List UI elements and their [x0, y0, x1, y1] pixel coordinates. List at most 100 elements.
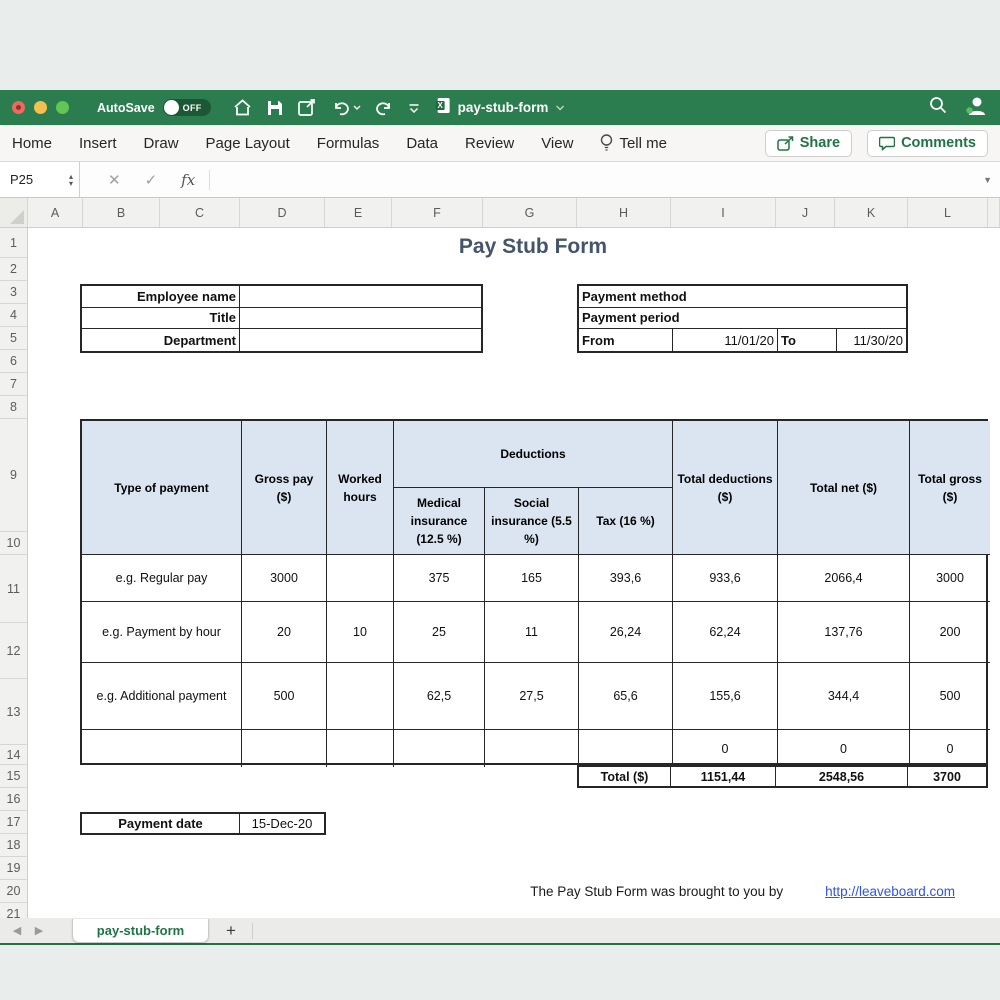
table-cell-type[interactable]: e.g. Additional payment — [82, 663, 242, 730]
enter-icon[interactable]: ✓ — [145, 171, 158, 189]
row-header-4[interactable]: 4 — [0, 304, 27, 327]
table-cell-type[interactable] — [82, 730, 242, 767]
header-type-of-payment[interactable]: Type of payment — [82, 421, 242, 555]
table-cell-medical[interactable]: 25 — [394, 602, 485, 663]
sheet-canvas[interactable]: Pay Stub Form Employee name Title Depart… — [28, 228, 1000, 918]
header-total-gross[interactable]: Total gross ($) — [910, 421, 990, 555]
table-cell-type[interactable]: e.g. Payment by hour — [82, 602, 242, 663]
tab-formulas[interactable]: Formulas — [317, 135, 380, 152]
select-all-corner[interactable] — [0, 198, 28, 227]
column-header-B[interactable]: B — [83, 198, 160, 227]
document-title[interactable]: pay-stub-form — [458, 100, 549, 115]
table-cell-total_gross[interactable]: 200 — [910, 602, 990, 663]
table-cell-total_gross[interactable]: 3000 — [910, 555, 990, 602]
undo-icon[interactable] — [332, 100, 361, 116]
payment-method-label[interactable]: Payment method — [579, 286, 906, 308]
column-header-F[interactable]: F — [392, 198, 483, 227]
payment-date-value[interactable]: 15-Dec-20 — [240, 814, 324, 833]
table-cell-gross[interactable]: 500 — [242, 663, 327, 730]
column-header-A[interactable]: A — [28, 198, 83, 227]
row-header-19[interactable]: 19 — [0, 857, 27, 880]
table-cell-tax[interactable]: 393,6 — [579, 555, 673, 602]
table-cell-total_deductions[interactable]: 933,6 — [673, 555, 778, 602]
title-label[interactable]: Title — [82, 308, 240, 330]
header-worked-hours[interactable]: Worked hours — [327, 421, 394, 555]
table-cell-total_deductions[interactable]: 0 — [673, 730, 778, 767]
table-cell-social[interactable]: 27,5 — [485, 663, 579, 730]
table-cell-tax[interactable] — [579, 730, 673, 767]
minimize-window-button[interactable] — [34, 101, 47, 114]
column-header-E[interactable]: E — [325, 198, 392, 227]
row-header-17[interactable]: 17 — [0, 811, 27, 834]
row-header-16[interactable]: 16 — [0, 788, 27, 811]
column-header-K[interactable]: K — [835, 198, 908, 227]
document-title-chevron-icon[interactable] — [555, 105, 564, 111]
column-header-G[interactable]: G — [483, 198, 577, 227]
table-cell-total_gross[interactable]: 500 — [910, 663, 990, 730]
from-date[interactable]: 11/01/20 — [673, 329, 778, 351]
table-cell-type[interactable]: e.g. Regular pay — [82, 555, 242, 602]
close-window-button[interactable] — [12, 101, 25, 114]
tab-review[interactable]: Review — [465, 135, 514, 152]
table-cell-medical[interactable]: 375 — [394, 555, 485, 602]
total-gross-value[interactable]: 3700 — [908, 767, 986, 786]
row-header-9[interactable]: 9 — [0, 419, 27, 532]
name-box[interactable]: P25 ▴▾ — [0, 162, 80, 197]
row-header-12[interactable]: 12 — [0, 623, 27, 679]
column-header-C[interactable]: C — [160, 198, 240, 227]
column-header-D[interactable]: D — [240, 198, 325, 227]
row-header-5[interactable]: 5 — [0, 327, 27, 350]
home-icon[interactable] — [233, 99, 252, 116]
header-gross-pay[interactable]: Gross pay ($) — [242, 421, 327, 555]
table-cell-total_deductions[interactable]: 155,6 — [673, 663, 778, 730]
tab-insert[interactable]: Insert — [79, 135, 117, 152]
add-sheet-button[interactable]: + — [226, 921, 236, 941]
table-cell-gross[interactable]: 3000 — [242, 555, 327, 602]
header-total-deductions[interactable]: Total deductions ($) — [673, 421, 778, 555]
row-header-21[interactable]: 21 — [0, 903, 27, 918]
tab-draw[interactable]: Draw — [144, 135, 179, 152]
header-medical-insurance[interactable]: Medical insurance (12.5 %) — [394, 488, 485, 555]
employee-name-label[interactable]: Employee name — [82, 286, 240, 308]
toolbar-options-icon[interactable] — [408, 103, 420, 113]
share-sheet-icon[interactable] — [298, 99, 317, 116]
row-header-18[interactable]: 18 — [0, 834, 27, 857]
to-date[interactable]: 11/30/20 — [837, 329, 906, 351]
save-icon[interactable] — [267, 100, 283, 116]
table-cell-social[interactable]: 11 — [485, 602, 579, 663]
row-header-20[interactable]: 20 — [0, 880, 27, 903]
row-header-2[interactable]: 2 — [0, 258, 27, 281]
payment-date-label[interactable]: Payment date — [82, 814, 240, 833]
row-header-15[interactable]: 15 — [0, 765, 27, 788]
table-cell-worked[interactable]: 10 — [327, 602, 394, 663]
title-value[interactable] — [240, 308, 481, 330]
insert-function-icon[interactable]: fx — [181, 171, 195, 189]
table-cell-social[interactable]: 165 — [485, 555, 579, 602]
header-deductions-group[interactable]: Deductions — [394, 421, 673, 488]
row-header-3[interactable]: 3 — [0, 281, 27, 304]
tab-view[interactable]: View — [541, 135, 573, 152]
sheet-nav-right-icon[interactable]: ▶ — [28, 924, 50, 937]
column-header-I[interactable]: I — [671, 198, 776, 227]
sheet-tab-active[interactable]: pay-stub-form — [72, 919, 209, 943]
sheet-nav-left-icon[interactable]: ◀ — [6, 924, 28, 937]
row-header-8[interactable]: 8 — [0, 396, 27, 419]
table-cell-gross[interactable] — [242, 730, 327, 767]
autosave-toggle[interactable]: OFF — [163, 99, 211, 116]
row-header-13[interactable]: 13 — [0, 679, 27, 745]
department-label[interactable]: Department — [82, 329, 240, 351]
employee-name-value[interactable] — [240, 286, 481, 308]
table-cell-total_net[interactable]: 2066,4 — [778, 555, 910, 602]
tab-data[interactable]: Data — [406, 135, 438, 152]
row-header-10[interactable]: 10 — [0, 532, 27, 555]
footer-link[interactable]: http://leaveboard.com — [825, 884, 955, 899]
total-net-value[interactable]: 2548,56 — [776, 767, 908, 786]
sheet-title[interactable]: Pay Stub Form — [383, 235, 683, 259]
tab-page-layout[interactable]: Page Layout — [206, 135, 290, 152]
column-header-L[interactable]: L — [908, 198, 988, 227]
table-cell-social[interactable] — [485, 730, 579, 767]
header-tax[interactable]: Tax (16 %) — [579, 488, 673, 555]
department-value[interactable] — [240, 329, 481, 351]
table-cell-tax[interactable]: 65,6 — [579, 663, 673, 730]
account-icon[interactable] — [965, 96, 986, 120]
